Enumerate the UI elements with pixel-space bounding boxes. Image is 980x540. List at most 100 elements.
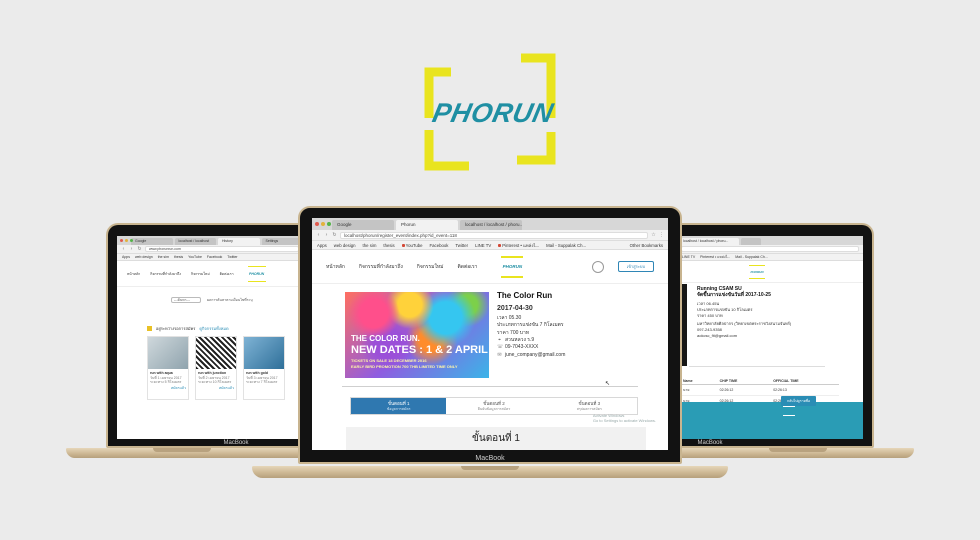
bookmarks-bar: Apps web design the sim thesis YouTube F… xyxy=(312,241,668,250)
bookmark[interactable]: Facebook xyxy=(430,243,449,248)
bookmark[interactable]: thesis xyxy=(383,243,394,248)
filter-select[interactable]: ---ค้นหา--- xyxy=(171,297,201,303)
poster-line: NEW DATES : 1 & 2 APRIL 2017 xyxy=(351,344,489,356)
event-location: สวนหลวง ร.9 xyxy=(505,337,535,344)
bookmark[interactable]: the sim xyxy=(158,255,169,259)
back-icon[interactable]: ‹ xyxy=(316,232,321,238)
laptop-base xyxy=(66,448,298,458)
event-detail: THE COLOR RUN. NEW DATES : 1 & 2 APRIL 2… xyxy=(312,284,668,378)
tab[interactable]: Google xyxy=(131,238,173,245)
reload-icon[interactable]: ↻ xyxy=(332,232,337,238)
bookmark[interactable]: Apps xyxy=(317,243,327,248)
card-status: สมัครแล้ว xyxy=(170,386,186,390)
bookmark[interactable]: Other Bookmarks xyxy=(630,243,663,248)
card-status: สมัครแล้ว xyxy=(218,386,234,390)
bookmark[interactable]: Twitter xyxy=(227,255,237,259)
tab[interactable]: Settings xyxy=(261,238,303,245)
login-button[interactable]: เข้าสู่ระบบ xyxy=(617,261,654,272)
site-logo[interactable]: PHORUN xyxy=(749,264,765,279)
event-email: june_company@gmail.com xyxy=(505,351,566,358)
forward-icon[interactable]: › xyxy=(129,246,134,252)
windows-activation-watermark: Activate Windows Go to Settings to activ… xyxy=(593,413,656,423)
site-logo[interactable]: PHORUN xyxy=(247,265,266,282)
running-icon xyxy=(147,326,152,331)
nav-new[interactable]: กิจกรรมใหม่ xyxy=(191,271,210,277)
event-date: 2017-04-30 xyxy=(497,305,533,313)
step-3[interactable]: ขั้นตอนที่ 3 สรุปผลการสมัคร xyxy=(542,398,637,414)
laptop-base xyxy=(682,448,914,458)
nav-contact[interactable]: ติดต่อเรา xyxy=(220,271,234,277)
left-screen: Google localhost / localhost History Set… xyxy=(117,236,303,439)
bookmarks-bar: Apps web design the sim thesis YouTube F… xyxy=(117,254,303,261)
tab[interactable]: Google xyxy=(332,220,394,230)
view-all-link[interactable]: ดูกิจกรรมทั้งหมด xyxy=(199,325,228,332)
bookmark[interactable]: YouTube xyxy=(401,243,423,248)
url-input[interactable] xyxy=(681,246,859,252)
card-title: run with aqua xyxy=(150,371,173,375)
cell: 02:26:13 xyxy=(769,384,839,396)
menu-icon[interactable]: ⋮ xyxy=(659,232,664,238)
site-nav: PHORUN xyxy=(677,261,863,283)
back-to-list-button[interactable]: กลับไปดูรายชื่อ xyxy=(781,396,817,406)
bookmark[interactable]: thesis xyxy=(174,255,183,259)
event-price: ราคา 700 บาท xyxy=(497,329,530,336)
url-input[interactable]: www.phorunrun.com xyxy=(145,246,299,252)
event-card[interactable]: run with aqua วันที่ 1 เมษายน 2017 ระยะท… xyxy=(147,336,189,400)
bookmarks-bar: LINE TV Pinterest • แหล่งไ... Mail - Sup… xyxy=(677,254,863,261)
bookmark[interactable]: Twitter xyxy=(455,243,468,248)
event-card[interactable]: run with gold วันที่ 3 เมษายน 2017 ระยะท… xyxy=(243,336,285,400)
card-title: run with gold xyxy=(246,371,268,375)
tab-bar: Google Phorun localhost / localhost / ph… xyxy=(312,218,668,230)
event-card[interactable]: run with junction วันที่ 2 เมษายน 2017 ร… xyxy=(195,336,237,400)
step-1[interactable]: ขั้นตอนที่ 1 ข้อมูลการสมัคร xyxy=(351,398,447,414)
event-image xyxy=(148,337,188,369)
nav-home[interactable]: หน้าหลัก xyxy=(127,271,140,277)
star-icon[interactable]: ☆ xyxy=(651,232,656,238)
tab-bar: Google localhost / localhost History Set… xyxy=(117,236,303,245)
event-email: aokcsc_fit@gmail.com xyxy=(697,333,738,338)
nav-upcoming[interactable]: กิจกรรมที่กำลังมาถึง xyxy=(150,271,181,277)
tab[interactable]: localhost / localhost / phoru... xyxy=(679,238,739,245)
tab[interactable]: localhost / localhost / phoru... xyxy=(460,220,522,230)
nav-upcoming[interactable]: กิจกรรมที่กำลังมาถึง xyxy=(359,263,403,271)
bookmark[interactable]: Pinterest • แหล่งไ... xyxy=(498,242,539,249)
window-controls[interactable] xyxy=(120,239,133,242)
mouse-cursor-icon: ↖ xyxy=(604,381,610,387)
forward-icon[interactable]: › xyxy=(324,232,329,238)
tab[interactable]: History xyxy=(218,238,260,245)
bookmark[interactable]: Mail - Suppalak Ch... xyxy=(735,255,768,259)
reload-icon[interactable]: ↻ xyxy=(137,246,142,252)
bookmark[interactable]: web design xyxy=(135,255,153,259)
event-info: The Color Run 2017-04-30 เวลา 05.30 ประเ… xyxy=(497,291,566,378)
step-sub: ข้อมูลการสมัคร xyxy=(386,406,411,411)
table-row: นาย 02:26:12 02:26:13 xyxy=(679,384,839,396)
nav-contact[interactable]: ติดต่อเรา xyxy=(457,263,477,271)
bookmark[interactable]: Apps xyxy=(122,255,130,259)
laptop-base xyxy=(252,466,728,478)
bookmark[interactable]: Mail - Suppalak Ch... xyxy=(546,243,586,248)
bookmark[interactable]: the sim xyxy=(363,243,377,248)
bookmark[interactable]: web design xyxy=(334,243,356,248)
bookmark[interactable]: YouTube xyxy=(188,255,202,259)
bookmark[interactable]: Pinterest • แหล่งไ... xyxy=(700,254,730,260)
back-icon[interactable]: ‹ xyxy=(121,246,126,252)
bookmark[interactable]: LINE TV xyxy=(475,243,491,248)
site-logo[interactable]: PHORUN xyxy=(501,255,524,278)
user-avatar-icon[interactable] xyxy=(591,260,604,273)
tab[interactable]: localhost / localhost xyxy=(174,238,216,245)
tab[interactable]: Phorun xyxy=(396,220,458,230)
url-input[interactable]: localhost/phorun/register_event/index.ph… xyxy=(340,231,648,239)
tab[interactable] xyxy=(741,238,761,245)
bookmark[interactable]: LINE TV xyxy=(682,255,695,259)
nav-new[interactable]: กิจกรรมใหม่ xyxy=(417,263,444,271)
address-bar: ‹ › ↻ localhost/phorun/register_event/in… xyxy=(312,230,668,241)
step-2[interactable]: ขั้นตอนที่ 2 ยืนยันข้อมูลการสมัคร xyxy=(446,398,541,414)
section-header: อยู่ระหว่างรอการสมัคร ดูกิจกรรมทั้งหมด xyxy=(147,325,303,332)
center-screen: Google Phorun localhost / localhost / ph… xyxy=(312,218,668,450)
nav-home[interactable]: หน้าหลัก xyxy=(326,263,345,271)
event-price: ราคา 450 บาท xyxy=(697,313,723,318)
bookmark[interactable]: Facebook xyxy=(207,255,222,259)
section-title: อยู่ระหว่างรอการสมัคร xyxy=(156,326,196,331)
window-controls[interactable] xyxy=(315,222,331,226)
site-nav: หน้าหลัก กิจกรรมที่กำลังมาถึง กิจกรรมใหม… xyxy=(117,261,303,287)
